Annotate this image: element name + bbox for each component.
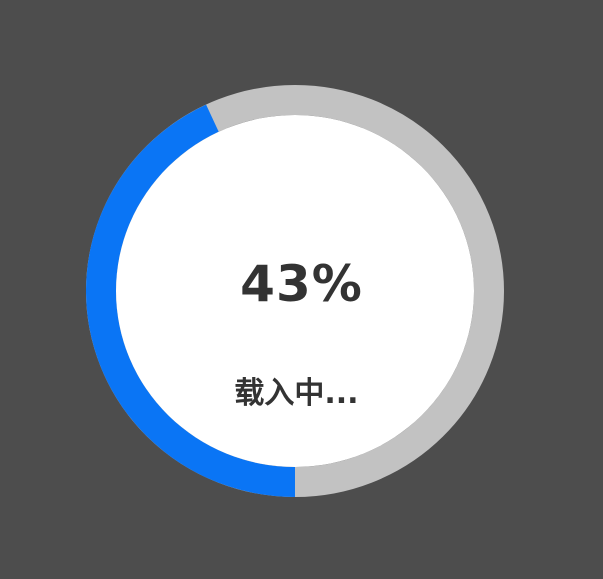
progress-percent-label: 43% xyxy=(240,255,363,313)
loading-status-label: 载入中... xyxy=(234,376,359,411)
loading-screen: 43% 载入中... xyxy=(0,0,603,579)
